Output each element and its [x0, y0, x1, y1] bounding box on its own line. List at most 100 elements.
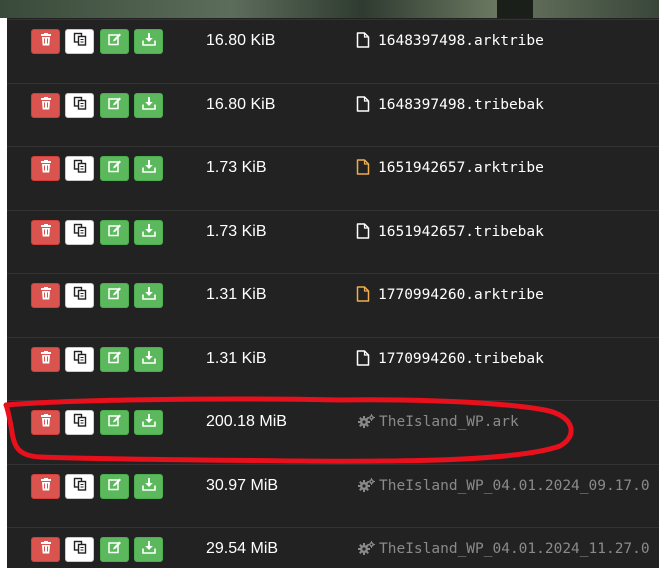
edit-icon: [107, 286, 122, 305]
file-row: 16.80 KiB 1648397498.tribebak: [7, 83, 659, 146]
edit-button[interactable]: [100, 347, 129, 372]
edit-icon: [107, 96, 122, 115]
file-icon: [356, 223, 374, 241]
file-name-text: 1770994260.tribebak: [378, 351, 544, 367]
download-button[interactable]: [134, 410, 163, 435]
edit-button[interactable]: [100, 156, 129, 181]
download-button[interactable]: [134, 283, 163, 308]
copy-icon: [73, 96, 87, 115]
trash-icon: [40, 159, 52, 178]
file-row: 1.31 KiB 1770994260.arktribe: [7, 273, 659, 336]
edit-icon: [107, 32, 122, 51]
file-list-panel: 16.80 KiB 1648397498.arktribe 16.80 KiB 164…: [7, 18, 659, 568]
edit-icon: [107, 350, 122, 369]
delete-button[interactable]: [31, 93, 60, 118]
trash-icon: [40, 350, 52, 369]
file-row: 1.73 KiB 1651942657.arktribe: [7, 146, 659, 209]
download-button[interactable]: [134, 347, 163, 372]
download-icon: [141, 477, 156, 496]
copy-icon: [73, 413, 87, 432]
edit-button[interactable]: [100, 537, 129, 562]
copy-button[interactable]: [65, 29, 94, 54]
file-size: 16.80 KiB: [206, 32, 276, 49]
edit-button[interactable]: [100, 283, 129, 308]
edit-icon: [107, 413, 122, 432]
file-name-text: TheIsland_WP.ark: [379, 414, 519, 430]
download-button[interactable]: [134, 537, 163, 562]
copy-button[interactable]: [65, 220, 94, 245]
file-name-text: 1648397498.tribebak: [378, 97, 544, 113]
delete-button[interactable]: [31, 347, 60, 372]
file-name-link[interactable]: TheIsland_WP_04.01.2024_11.27.0: [356, 537, 650, 561]
file-size: 1.31 KiB: [206, 350, 267, 367]
file-size: 1.73 KiB: [206, 223, 267, 240]
gears-icon: [356, 477, 376, 495]
file-name-text: TheIsland_WP_04.01.2024_09.17.0: [379, 478, 650, 494]
copy-button[interactable]: [65, 156, 94, 181]
trash-icon: [40, 540, 52, 559]
edit-button[interactable]: [100, 410, 129, 435]
download-button[interactable]: [134, 474, 163, 499]
copy-button[interactable]: [65, 347, 94, 372]
download-icon: [141, 540, 156, 559]
trash-icon: [40, 413, 52, 432]
edit-icon: [107, 540, 122, 559]
edit-button[interactable]: [100, 29, 129, 54]
file-icon: [356, 350, 374, 368]
trash-icon: [40, 477, 52, 496]
gears-icon: [356, 413, 376, 431]
edit-button[interactable]: [100, 220, 129, 245]
file-size: 200.18 MiB: [206, 413, 287, 430]
copy-button[interactable]: [65, 474, 94, 499]
delete-button[interactable]: [31, 156, 60, 181]
file-name-link[interactable]: 1770994260.tribebak: [356, 347, 544, 371]
download-icon: [141, 350, 156, 369]
file-name-link[interactable]: 1648397498.tribebak: [356, 93, 544, 117]
file-name-text: 1651942657.arktribe: [378, 160, 544, 176]
edit-button[interactable]: [100, 474, 129, 499]
edit-icon: [107, 477, 122, 496]
file-icon: [356, 286, 374, 304]
download-button[interactable]: [134, 93, 163, 118]
delete-button[interactable]: [31, 537, 60, 562]
download-button[interactable]: [134, 29, 163, 54]
file-name-text: 1651942657.tribebak: [378, 224, 544, 240]
file-row: 200.18 MiB TheIsland_WP.ark: [7, 400, 659, 463]
file-name-link[interactable]: 1648397498.arktribe: [356, 29, 544, 53]
file-name-link[interactable]: 1770994260.arktribe: [356, 283, 544, 307]
copy-button[interactable]: [65, 537, 94, 562]
delete-button[interactable]: [31, 474, 60, 499]
download-icon: [141, 413, 156, 432]
file-row: 29.54 MiB TheIsland_WP_04.01.2024_11.27.0: [7, 527, 659, 568]
download-button[interactable]: [134, 156, 163, 181]
download-button[interactable]: [134, 220, 163, 245]
copy-button[interactable]: [65, 410, 94, 435]
copy-button[interactable]: [65, 283, 94, 308]
edit-icon: [107, 159, 122, 178]
delete-button[interactable]: [31, 283, 60, 308]
file-size: 1.31 KiB: [206, 286, 267, 303]
trash-icon: [40, 32, 52, 51]
trash-icon: [40, 286, 52, 305]
file-name-link[interactable]: 1651942657.tribebak: [356, 220, 544, 244]
file-name-link[interactable]: TheIsland_WP.ark: [356, 410, 519, 434]
file-icon: [356, 159, 374, 177]
file-name-link[interactable]: 1651942657.arktribe: [356, 156, 544, 180]
copy-icon: [73, 223, 87, 242]
file-size: 29.54 MiB: [206, 540, 279, 557]
copy-button[interactable]: [65, 93, 94, 118]
file-name-text: 1648397498.arktribe: [378, 33, 544, 49]
file-name-text: 1770994260.arktribe: [378, 287, 544, 303]
file-name-link[interactable]: TheIsland_WP_04.01.2024_09.17.0: [356, 474, 650, 498]
file-row: 1.31 KiB 1770994260.tribebak: [7, 337, 659, 400]
download-icon: [141, 286, 156, 305]
edit-button[interactable]: [100, 93, 129, 118]
file-size: 16.80 KiB: [206, 96, 276, 113]
copy-icon: [73, 540, 87, 559]
delete-button[interactable]: [31, 220, 60, 245]
copy-icon: [73, 477, 87, 496]
delete-button[interactable]: [31, 29, 60, 54]
file-row: 1.73 KiB 1651942657.tribebak: [7, 210, 659, 273]
copy-icon: [73, 350, 87, 369]
delete-button[interactable]: [31, 410, 60, 435]
